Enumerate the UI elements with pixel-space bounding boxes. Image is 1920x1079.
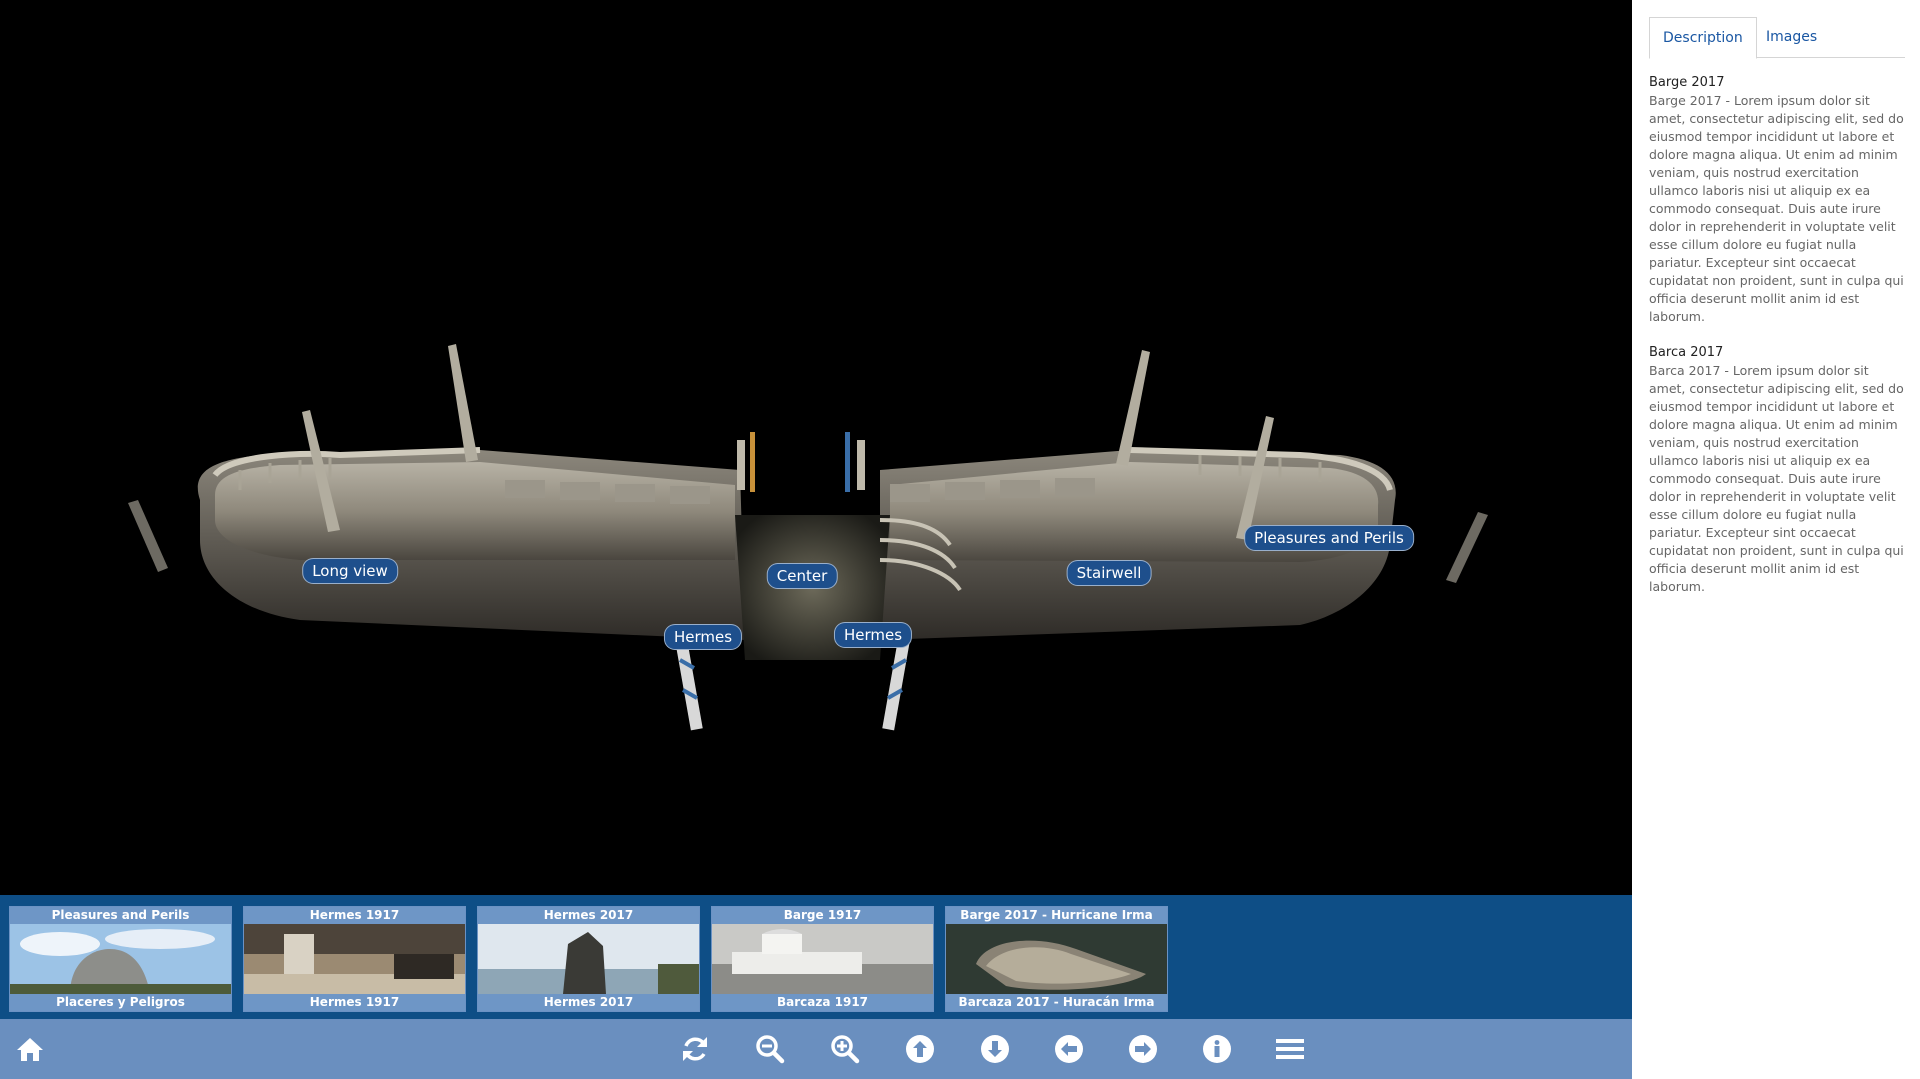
thumbnail-image [478,924,699,994]
thumbnail-title: Pleasures and Perils [10,907,231,924]
barge-model [128,344,1488,731]
thumbnail-barge-2017-irma[interactable]: Barge 2017 - Hurricane Irma Barcaza 2017… [945,906,1168,1012]
section-title: Barge 2017 [1649,75,1725,90]
thumbnail-barge-1917[interactable]: Barge 1917 Barcaza 1917 [711,906,934,1012]
thumbnail-hermes-2017[interactable]: Hermes 2017 Hermes 2017 [477,906,700,1012]
thumbnail-image [946,924,1167,994]
hotspot-center[interactable]: Center [766,563,838,589]
section-body: Barca 2017 - Lorem ipsum dolor sit amet,… [1649,363,1904,594]
panel-tabs: Description Images [1649,17,1905,59]
thumbnail-title: Hermes 1917 [244,907,465,924]
thumbnail-caption: Placeres y Peligros [10,994,231,1011]
refresh-icon[interactable] [680,1034,710,1064]
thumbnail-title: Hermes 2017 [478,907,699,924]
section-title: Barca 2017 [1649,345,1724,360]
zoom-in-icon[interactable] [830,1034,860,1064]
hotspot-stairwell[interactable]: Stairwell [1066,560,1152,586]
thumbnail-image [10,924,231,994]
menu-icon[interactable] [1275,1034,1305,1064]
hotspot-long-view[interactable]: Long view [302,558,398,584]
thumbnail-caption: Barcaza 1917 [712,994,933,1011]
info-panel: Description Images Barge 2017 Barge 2017… [1632,0,1920,1079]
hotspot-hermes-left[interactable]: Hermes [663,624,743,650]
model-viewer[interactable]: Long view Center Hermes Hermes Stairwell… [0,0,1632,895]
thumbnail-caption: Hermes 2017 [478,994,699,1011]
info-icon[interactable] [1202,1034,1232,1064]
hotspot-pleasures-perils[interactable]: Pleasures and Perils [1244,525,1414,551]
arrow-right-icon[interactable] [1128,1034,1158,1064]
thumbnail-caption: Barcaza 2017 - Huracán Irma [946,994,1167,1011]
thumbnail-title: Barge 1917 [712,907,933,924]
thumbnail-image [244,924,465,994]
thumbnail-hermes-1917[interactable]: Hermes 1917 Hermes 1917 [243,906,466,1012]
tab-images[interactable]: Images [1753,17,1830,57]
thumbnail-title: Barge 2017 - Hurricane Irma [946,907,1167,924]
zoom-out-icon[interactable] [755,1034,785,1064]
hotspot-hermes-right[interactable]: Hermes [833,622,913,648]
home-icon[interactable] [15,1034,45,1064]
section-body: Barge 2017 - Lorem ipsum dolor sit amet,… [1649,93,1904,324]
toolbar [0,1019,1632,1079]
thumbnail-image [712,924,933,994]
thumbnail-strip: Pleasures and Perils Placeres y Peligros… [0,895,1632,1019]
arrow-left-icon[interactable] [1054,1034,1084,1064]
thumbnail-caption: Hermes 1917 [244,994,465,1011]
arrow-down-icon[interactable] [980,1034,1010,1064]
tab-description[interactable]: Description [1649,17,1757,59]
thumbnail-pleasures-perils[interactable]: Pleasures and Perils Placeres y Peligros [9,906,232,1012]
arrow-up-icon[interactable] [905,1034,935,1064]
